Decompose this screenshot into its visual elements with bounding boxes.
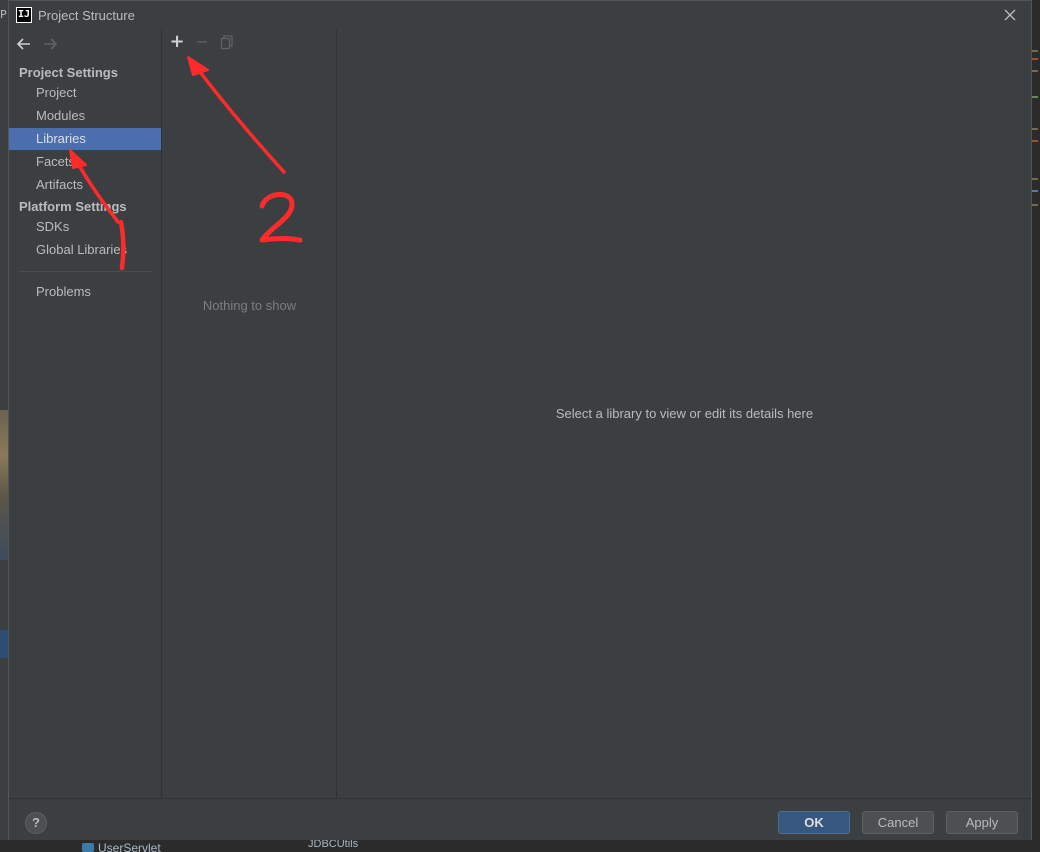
add-library-button[interactable]: + (169, 33, 185, 51)
back-arrow-icon[interactable] (15, 36, 33, 52)
settings-sidebar: Project Settings Project Modules Librari… (9, 30, 162, 798)
background-file-label: UserServlet (98, 841, 161, 852)
remove-library-button[interactable]: − (194, 34, 210, 50)
sidebar-item-global-libraries[interactable]: Global Libraries (9, 239, 161, 261)
dialog-titlebar: IJ Project Structure (9, 1, 1031, 30)
intellij-app-icon: IJ (16, 7, 32, 23)
background-image-strip (0, 410, 8, 560)
dialog-button-bar: ? OK Cancel Apply (9, 798, 1031, 840)
empty-list-message: Nothing to show (202, 298, 297, 313)
sidebar-item-libraries[interactable]: Libraries (9, 128, 161, 150)
sidebar-item-modules[interactable]: Modules (9, 105, 161, 127)
sidebar-item-facets[interactable]: Facets (9, 151, 161, 173)
class-file-icon (82, 843, 94, 852)
close-icon[interactable] (1003, 7, 1017, 23)
sidebar-divider (19, 271, 153, 272)
library-details-panel: Select a library to view or edit its det… (338, 30, 1031, 798)
sidebar-item-artifacts[interactable]: Artifacts (9, 174, 161, 196)
platform-settings-header: Platform Settings (19, 199, 127, 214)
project-structure-dialog: IJ Project Structure Project Settings Pr… (8, 0, 1032, 840)
sidebar-item-project[interactable]: Project (9, 82, 161, 104)
project-settings-header: Project Settings (19, 65, 118, 80)
background-selection-strip (0, 630, 8, 658)
ok-button[interactable]: OK (778, 811, 850, 834)
background-text: P (0, 8, 7, 21)
copy-icon[interactable] (219, 34, 235, 50)
cancel-button[interactable]: Cancel (862, 811, 934, 834)
sidebar-item-problems[interactable]: Problems (9, 281, 161, 303)
help-button[interactable]: ? (25, 812, 47, 834)
dialog-title: Project Structure (38, 8, 135, 23)
apply-button[interactable]: Apply (946, 811, 1018, 834)
sidebar-item-sdks[interactable]: SDKs (9, 216, 161, 238)
details-placeholder: Select a library to view or edit its det… (555, 406, 814, 421)
library-list-panel: + − Nothing to show (162, 30, 337, 798)
forward-arrow-icon[interactable] (41, 36, 59, 52)
